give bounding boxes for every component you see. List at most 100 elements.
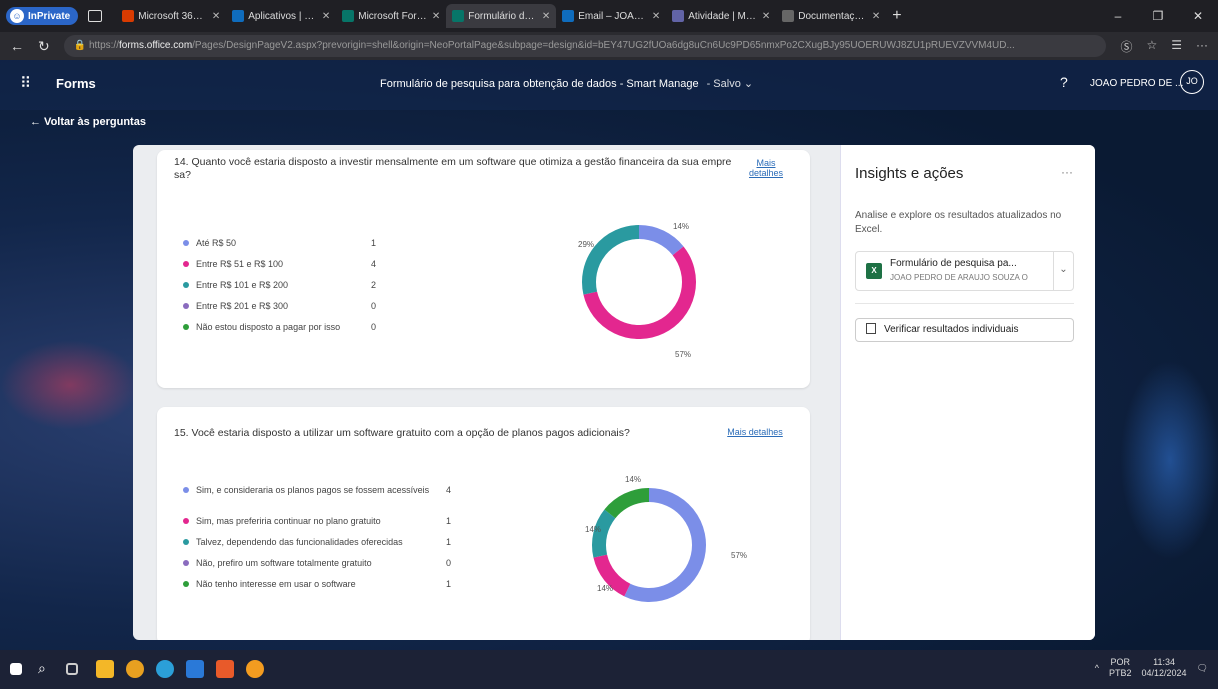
option-count: 1 <box>446 537 452 547</box>
tab-favicon-icon <box>122 10 135 22</box>
close-tab-icon[interactable]: ✕ <box>872 11 880 22</box>
inprivate-badge[interactable]: ☺ InPrivate <box>6 7 79 25</box>
legend-dot <box>183 261 189 267</box>
donut-slice[interactable] <box>582 225 640 295</box>
keyboard-layout: PTB2 <box>1109 668 1132 678</box>
donut-slice[interactable] <box>592 509 616 558</box>
excel-workbook-card[interactable]: X Formulário de pesquisa pa... JOAO PEDR… <box>855 251 1074 291</box>
browser-tab[interactable]: Aplicativos | Microsof ✕ <box>226 4 336 28</box>
legend-dot <box>183 560 189 566</box>
url-domain: forms.office.com <box>118 40 193 51</box>
legend-row: Sim, mas preferiria continuar no plano g… <box>183 516 476 537</box>
tab-title: Microsoft Forms <box>358 10 428 22</box>
option-count: 0 <box>371 322 377 332</box>
more-details-link[interactable]: Mais detalhes <box>742 158 790 178</box>
donut-slice[interactable] <box>583 246 696 339</box>
app-icon[interactable] <box>216 660 234 678</box>
favorites-list-icon[interactable]: ☰ <box>1171 38 1182 55</box>
tab-favicon-icon <box>452 10 465 22</box>
app-name[interactable]: Forms <box>56 76 96 91</box>
help-icon[interactable]: ? <box>1060 74 1068 90</box>
excel-icon: X <box>866 263 882 279</box>
avatar[interactable]: JO <box>1180 70 1204 94</box>
question-title: 14. Quanto você estaria disposto a inves… <box>174 156 732 181</box>
excel-file-name: Formulário de pesquisa pa... <box>890 258 1017 269</box>
task-view-icon[interactable] <box>66 663 78 675</box>
tab-favicon-icon <box>562 10 575 22</box>
option-count: 1 <box>371 238 377 248</box>
address-input[interactable]: 🔒 https://forms.office.com/Pages/DesignP… <box>63 35 1107 57</box>
donut-slice[interactable] <box>624 488 706 602</box>
close-tab-icon[interactable]: ✕ <box>652 11 660 22</box>
more-details-link[interactable]: Mais detalhes <box>720 427 790 437</box>
legend-row: Sim, e consideraria os planos pagos se f… <box>183 485 476 516</box>
new-tab-button[interactable]: + <box>892 7 901 25</box>
option-label: Sim, mas preferiria continuar no plano g… <box>196 516 381 526</box>
close-window-button[interactable]: ✕ <box>1178 0 1218 32</box>
start-icon[interactable] <box>10 663 22 675</box>
browser-tab[interactable]: Microsoft Forms ✕ <box>336 4 446 28</box>
browser-tab[interactable]: Microsoft 365 - Pesq ✕ <box>116 4 226 28</box>
view-individual-results-button[interactable]: Verificar resultados individuais <box>855 318 1074 342</box>
close-tab-icon[interactable]: ✕ <box>322 11 330 22</box>
back-arrow-icon[interactable]: ← <box>10 38 24 54</box>
chevron-up-icon[interactable]: ^ <box>1095 663 1099 673</box>
insights-title: Insights e ações <box>855 165 964 182</box>
favorite-star-icon[interactable]: ☆ <box>1146 38 1157 55</box>
browser-tab[interactable]: Formulário de pesqui ✕ <box>446 4 557 28</box>
clock[interactable]: 11:34 04/12/2024 <box>1142 657 1187 679</box>
browser-tab[interactable]: Email – JOAO PEDRO ✕ <box>556 4 666 28</box>
option-count: 4 <box>446 485 452 495</box>
search-icon[interactable]: ⌕ <box>38 660 56 678</box>
language-indicator[interactable]: POR PTB2 <box>1109 657 1132 679</box>
saved-status[interactable]: - Salvo ⌄ <box>707 78 754 90</box>
legend-row: Talvez, dependendo das funcionalidades o… <box>183 537 476 558</box>
restore-button[interactable]: ❐ <box>1138 0 1178 32</box>
user-name[interactable]: JOAO PEDRO DE ... <box>1090 78 1183 89</box>
donut-slice[interactable] <box>604 488 650 519</box>
option-count: 0 <box>371 301 377 311</box>
close-tab-icon[interactable]: ✕ <box>432 11 440 22</box>
back-to-questions-link[interactable]: ← Voltar às perguntas <box>30 116 146 128</box>
vscode-icon[interactable] <box>186 660 204 678</box>
tab-favicon-icon <box>342 10 355 22</box>
legend-dot <box>183 324 189 330</box>
tab-title: Documentação TCC.d <box>798 10 868 22</box>
background-glow-left <box>0 340 140 430</box>
form-title-text: Formulário de pesquisa para obtenção de … <box>380 78 699 90</box>
browser-tab[interactable]: Documentação TCC.d ✕ <box>776 4 886 28</box>
browser-tab[interactable]: Atividade | Microsoft ✕ <box>666 4 776 28</box>
legend-dot <box>183 303 189 309</box>
close-tab-icon[interactable]: ✕ <box>762 11 770 22</box>
chevron-down-icon[interactable]: ⌄ <box>1053 252 1073 290</box>
edge-icon[interactable] <box>156 660 174 678</box>
file-explorer-icon[interactable] <box>96 660 114 678</box>
percent-label: 14% <box>625 475 642 484</box>
tab-favicon-icon <box>782 10 795 22</box>
more-menu-icon[interactable]: ··· <box>1196 38 1208 55</box>
option-label: Entre R$ 51 e R$ 100 <box>196 259 284 269</box>
reader-icon[interactable]: Ⓢ <box>1120 38 1132 55</box>
percent-label: 14% <box>597 584 614 593</box>
chrome-icon[interactable] <box>126 660 144 678</box>
view-individual-results-label: Verificar resultados individuais <box>884 324 1019 335</box>
window-controls: – ❐ ✕ <box>1098 0 1218 32</box>
donut-slice[interactable] <box>638 225 684 256</box>
legend-row: Não tenho interesse em usar o software 1 <box>183 579 476 600</box>
refresh-icon[interactable]: ↻ <box>38 38 50 55</box>
option-label: Não, prefiro um software totalmente grat… <box>196 558 372 568</box>
forms-header: ⠿ Forms Formulário de pesquisa para obte… <box>0 60 1218 110</box>
browser-icon[interactable] <box>246 660 264 678</box>
close-tab-icon[interactable]: ✕ <box>212 11 220 22</box>
app-launcher-icon[interactable]: ⠿ <box>20 74 31 92</box>
close-tab-icon[interactable]: ✕ <box>542 11 550 22</box>
minimize-button[interactable]: – <box>1098 0 1138 32</box>
tab-title: Email – JOAO PEDRO <box>578 10 648 22</box>
tab-actions-icon[interactable] <box>88 10 103 22</box>
legend-row: Entre R$ 51 e R$ 100 4 <box>183 259 401 280</box>
legend-row: Até R$ 50 1 <box>183 238 401 259</box>
results-panel: 14. Quanto você estaria disposto a inves… <box>133 145 1095 640</box>
answer-legend: Até R$ 50 1 Entre R$ 51 e R$ 100 4 Entre R$ … <box>183 238 401 343</box>
insights-more-icon[interactable]: ··· <box>1061 165 1073 179</box>
notification-icon[interactable]: 🗨 <box>1197 663 1208 674</box>
